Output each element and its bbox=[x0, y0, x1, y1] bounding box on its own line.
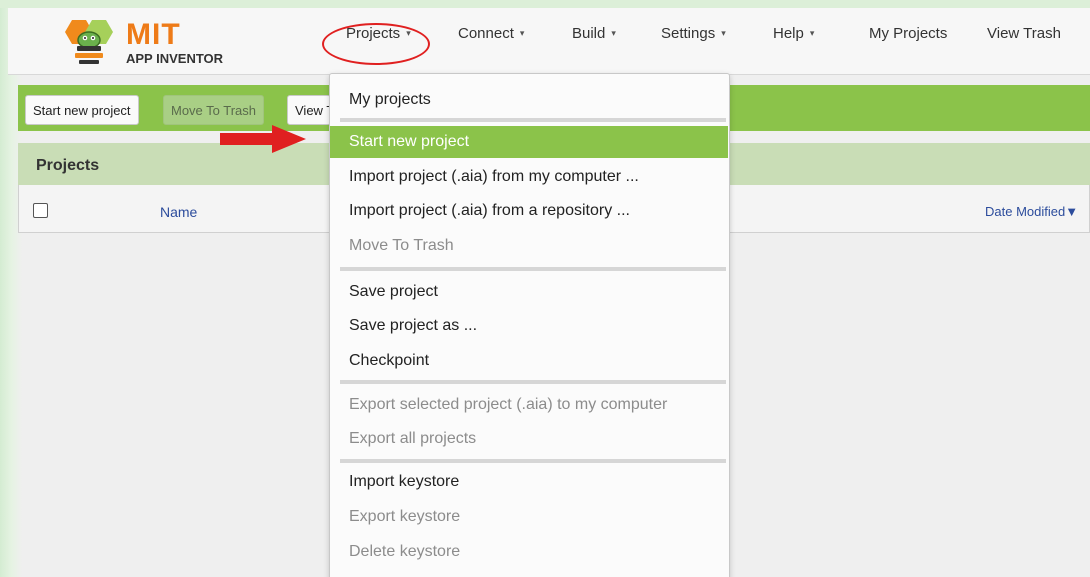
page-top-strip bbox=[0, 0, 1090, 8]
nav-help-label: Help bbox=[773, 25, 804, 42]
move-to-trash-button[interactable]: Move To Trash bbox=[163, 95, 265, 125]
caret-down-icon: ▾ bbox=[809, 28, 815, 38]
menu-item-save-project[interactable]: Save project bbox=[330, 276, 728, 308]
select-all-checkbox[interactable] bbox=[33, 203, 48, 218]
menu-item-export-keystore[interactable]: Export keystore bbox=[330, 501, 728, 533]
projects-panel-title: Projects bbox=[36, 157, 100, 174]
nav-view-trash[interactable]: View Trash bbox=[987, 24, 1061, 44]
red-arrow-annotation bbox=[220, 125, 306, 153]
app-inventor-logo[interactable]: MIT APP INVENTOR bbox=[58, 16, 248, 68]
menu-item-import-from-repository[interactable]: Import project (.aia) from a repository … bbox=[330, 195, 728, 227]
red-circle-annotation bbox=[322, 23, 430, 65]
menu-item-move-to-trash[interactable]: Move To Trash bbox=[330, 230, 728, 262]
menu-item-save-project-as[interactable]: Save project as ... bbox=[330, 310, 728, 342]
view-trash-button[interactable]: View Trash bbox=[287, 95, 331, 125]
name-column-header[interactable]: Name bbox=[160, 204, 197, 220]
bee-logo-icon bbox=[65, 20, 113, 64]
menu-separator bbox=[340, 380, 726, 384]
menu-separator bbox=[340, 267, 726, 271]
menu-item-export-selected-project[interactable]: Export selected project (.aia) to my com… bbox=[330, 389, 728, 421]
logo-title: MIT bbox=[126, 18, 181, 51]
nav-settings[interactable]: Settings ▾ bbox=[661, 24, 726, 45]
nav-settings-label: Settings bbox=[661, 25, 716, 42]
menu-separator bbox=[340, 459, 726, 463]
caret-down-icon: ▾ bbox=[519, 28, 525, 38]
nav-build[interactable]: Build ▾ bbox=[572, 24, 616, 45]
logo-subtitle: APP INVENTOR bbox=[126, 51, 224, 66]
date-modified-column-header[interactable]: Date Modified▼ bbox=[985, 204, 1078, 219]
nav-help[interactable]: Help ▾ bbox=[773, 24, 814, 45]
menu-item-import-from-computer[interactable]: Import project (.aia) from my computer .… bbox=[330, 161, 728, 193]
nav-connect-label: Connect bbox=[458, 25, 514, 42]
caret-down-icon: ▾ bbox=[721, 28, 726, 38]
caret-down-icon: ▾ bbox=[611, 28, 616, 38]
nav-my-projects[interactable]: My Projects bbox=[869, 24, 947, 44]
menu-item-export-all-projects[interactable]: Export all projects bbox=[330, 423, 728, 455]
menu-separator bbox=[340, 118, 726, 122]
menu-item-my-projects[interactable]: My projects bbox=[330, 84, 728, 116]
nav-build-label: Build bbox=[572, 25, 606, 42]
start-new-project-button[interactable]: Start new project bbox=[25, 95, 139, 125]
menu-item-start-new-project[interactable]: Start new project bbox=[330, 126, 728, 158]
menu-item-delete-keystore[interactable]: Delete keystore bbox=[330, 536, 728, 568]
menu-item-checkpoint[interactable]: Checkpoint bbox=[330, 345, 728, 377]
nav-connect[interactable]: Connect ▾ bbox=[458, 24, 524, 45]
menu-item-import-keystore[interactable]: Import keystore bbox=[330, 466, 728, 498]
